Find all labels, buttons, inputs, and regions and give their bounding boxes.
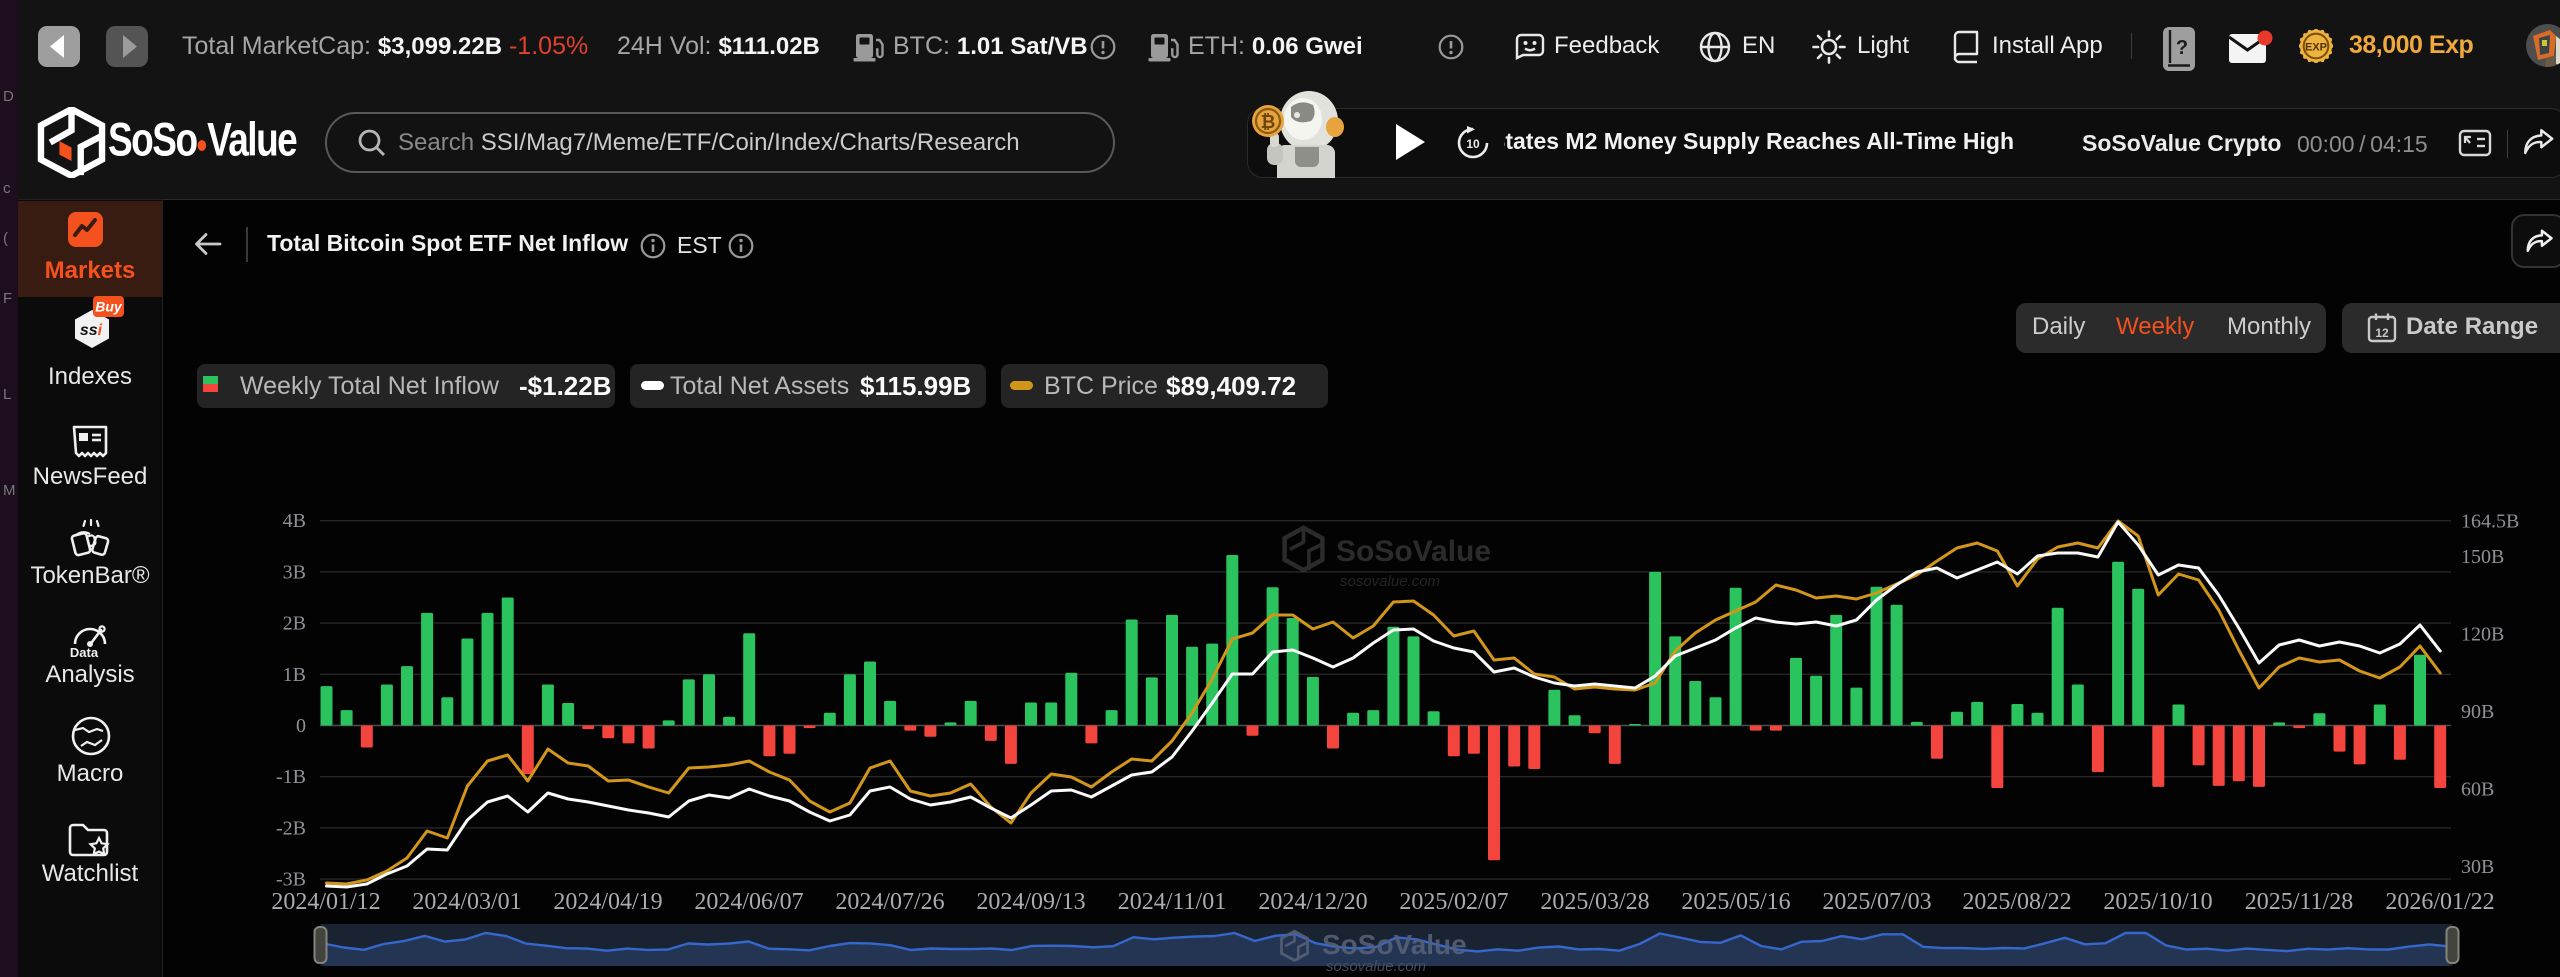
svg-text:2024/09/13: 2024/09/13 [976, 889, 1085, 915]
svg-text:150B: 150B [2461, 546, 2504, 568]
svg-text:1B: 1B [283, 664, 306, 686]
svg-text:164.5B: 164.5B [2461, 511, 2519, 533]
svg-text:90B: 90B [2461, 701, 2494, 723]
svg-text:2025/05/16: 2025/05/16 [1681, 889, 1790, 915]
svg-text:2025/02/07: 2025/02/07 [1399, 889, 1508, 915]
svg-text:30B: 30B [2461, 856, 2494, 878]
svg-text:2025/07/03: 2025/07/03 [1822, 889, 1931, 915]
svg-text:120B: 120B [2461, 624, 2504, 646]
svg-text:0: 0 [296, 715, 306, 737]
svg-text:sosovalue.com: sosovalue.com [1326, 958, 1426, 975]
svg-text:2024/11/01: 2024/11/01 [1118, 889, 1226, 915]
svg-text:sosovalue.com: sosovalue.com [1340, 573, 1440, 590]
svg-text:-3B: -3B [276, 869, 306, 891]
svg-text:2024/12/20: 2024/12/20 [1258, 889, 1367, 915]
svg-text:2025/08/22: 2025/08/22 [1962, 889, 2071, 915]
svg-text:-1B: -1B [276, 766, 306, 788]
svg-text:60B: 60B [2461, 779, 2494, 801]
svg-text:4B: 4B [283, 510, 306, 532]
svg-text:SoSoValue: SoSoValue [1322, 929, 1467, 960]
svg-text:2024/04/19: 2024/04/19 [553, 889, 662, 915]
svg-text:2025/11/28: 2025/11/28 [2245, 889, 2353, 915]
svg-text:-2B: -2B [276, 817, 306, 839]
svg-text:SoSoValue: SoSoValue [1336, 535, 1491, 568]
svg-text:3B: 3B [283, 561, 306, 583]
svg-text:2025/03/28: 2025/03/28 [1540, 889, 1649, 915]
svg-text:2025/10/10: 2025/10/10 [2103, 889, 2212, 915]
svg-text:2B: 2B [283, 613, 306, 635]
svg-text:2024/03/01: 2024/03/01 [412, 889, 521, 915]
svg-text:2024/06/07: 2024/06/07 [694, 889, 803, 915]
svg-text:2024/07/26: 2024/07/26 [835, 889, 944, 915]
svg-text:2026/01/22: 2026/01/22 [2385, 889, 2494, 915]
svg-text:2024/01/12: 2024/01/12 [271, 889, 380, 915]
